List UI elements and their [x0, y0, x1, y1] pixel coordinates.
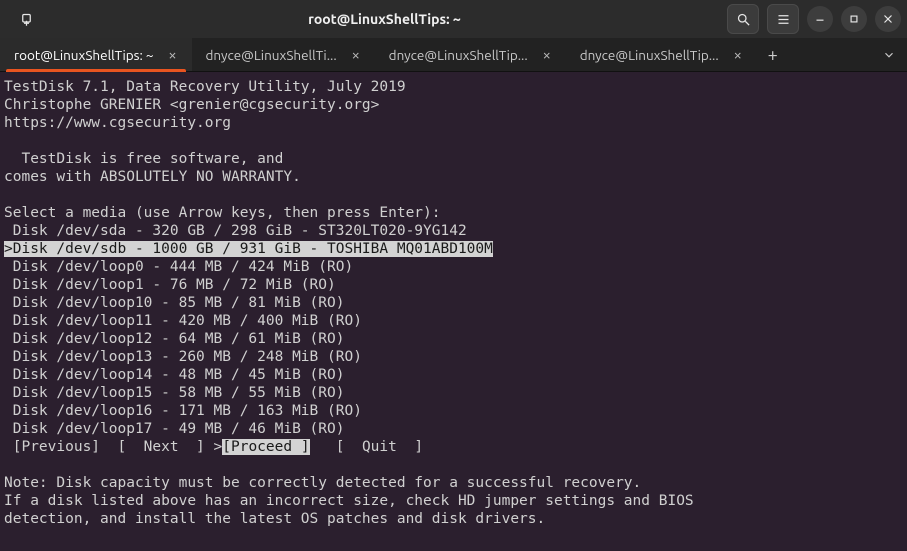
close-button[interactable] [875, 6, 901, 32]
app-header-line1: TestDisk 7.1, Data Recovery Utility, Jul… [4, 79, 406, 95]
search-button[interactable] [727, 4, 759, 34]
tab-close-2[interactable]: × [538, 46, 556, 64]
chevron-down-icon [882, 48, 896, 62]
minimize-icon [813, 12, 827, 26]
disk-row-5[interactable]: Disk /dev/loop11 - 420 MB / 400 MiB (RO) [4, 313, 362, 329]
menu-proceed[interactable]: [Proceed ] [222, 439, 309, 455]
app-header-line2: Christophe GRENIER <grenier@cgsecurity.o… [4, 97, 379, 113]
tabbar: root@LinuxShellTips: ~ × dnyce@LinuxShel… [0, 38, 907, 72]
disk-row-11[interactable]: Disk /dev/loop17 - 49 MB / 46 MiB (RO) [4, 421, 344, 437]
menu-quit[interactable]: [ Quit ] [310, 439, 424, 455]
note-line1: Note: Disk capacity must be correctly de… [4, 475, 641, 491]
disk-row-8[interactable]: Disk /dev/loop14 - 48 MB / 45 MiB (RO) [4, 367, 344, 383]
minimize-button[interactable] [807, 6, 833, 32]
plus-tab-icon [19, 12, 34, 27]
disk-row-4[interactable]: Disk /dev/loop10 - 85 MB / 81 MiB (RO) [4, 295, 344, 311]
tab-close-0[interactable]: × [164, 46, 182, 64]
tab-2[interactable]: dnyce@LinuxShellTip... × [375, 38, 566, 71]
tab-3[interactable]: dnyce@LinuxShellTip... × [566, 38, 757, 71]
hamburger-menu-button[interactable] [767, 4, 799, 34]
disk-row-2[interactable]: Disk /dev/loop0 - 444 MB / 424 MiB (RO) [4, 259, 353, 275]
menu-previous-next[interactable]: [Previous] [ Next ] [4, 439, 214, 455]
tab-1[interactable]: dnyce@LinuxShellTi... × [192, 38, 375, 71]
app-notice-line2: comes with ABSOLUTELY NO WARRANTY. [4, 169, 301, 185]
new-tab-button[interactable] [10, 4, 42, 34]
disk-row-10[interactable]: Disk /dev/loop16 - 171 MB / 163 MiB (RO) [4, 403, 362, 419]
search-icon [736, 12, 751, 27]
disk-row-3[interactable]: Disk /dev/loop1 - 76 MB / 72 MiB (RO) [4, 277, 336, 293]
disk-row-0[interactable]: Disk /dev/sda - 320 GB / 298 GiB - ST320… [4, 223, 467, 239]
tab-label: dnyce@LinuxShellTip... [389, 47, 528, 63]
terminal[interactable]: TestDisk 7.1, Data Recovery Utility, Jul… [0, 72, 907, 551]
tab-label: dnyce@LinuxShellTip... [580, 47, 719, 63]
disk-row-7[interactable]: Disk /dev/loop13 - 260 MB / 248 MiB (RO) [4, 349, 362, 365]
titlebar: root@LinuxShellTips: ~ [0, 0, 907, 38]
disk-row-6[interactable]: Disk /dev/loop12 - 64 MB / 61 MiB (RO) [4, 331, 344, 347]
tab-label: dnyce@LinuxShellTi... [206, 47, 337, 63]
app-header-line3: https://www.cgsecurity.org [4, 115, 231, 131]
tab-label: root@LinuxShellTips: ~ [14, 47, 154, 63]
app-prompt: Select a media (use Arrow keys, then pre… [4, 205, 441, 221]
tab-close-1[interactable]: × [347, 46, 365, 64]
tab-0[interactable]: root@LinuxShellTips: ~ × [0, 38, 192, 71]
close-icon [881, 12, 895, 26]
disk-row-9[interactable]: Disk /dev/loop15 - 58 MB / 55 MiB (RO) [4, 385, 344, 401]
app-notice-line1: TestDisk is free software, and [4, 151, 283, 167]
window-title: root@LinuxShellTips: ~ [42, 11, 727, 27]
tab-close-3[interactable]: × [729, 46, 747, 64]
maximize-icon [847, 12, 861, 26]
hamburger-icon [776, 12, 791, 27]
note-line2: If a disk listed above has an incorrect … [4, 493, 694, 509]
tab-overflow-button[interactable] [871, 38, 907, 71]
menu-proceed-prefix: > [214, 439, 223, 455]
tab-add-button[interactable]: + [757, 38, 789, 71]
note-line3: detection, and install the latest OS pat… [4, 511, 545, 527]
maximize-button[interactable] [841, 6, 867, 32]
disk-row-1-selected[interactable]: >Disk /dev/sdb - 1000 GB / 931 GiB - TOS… [4, 241, 493, 257]
